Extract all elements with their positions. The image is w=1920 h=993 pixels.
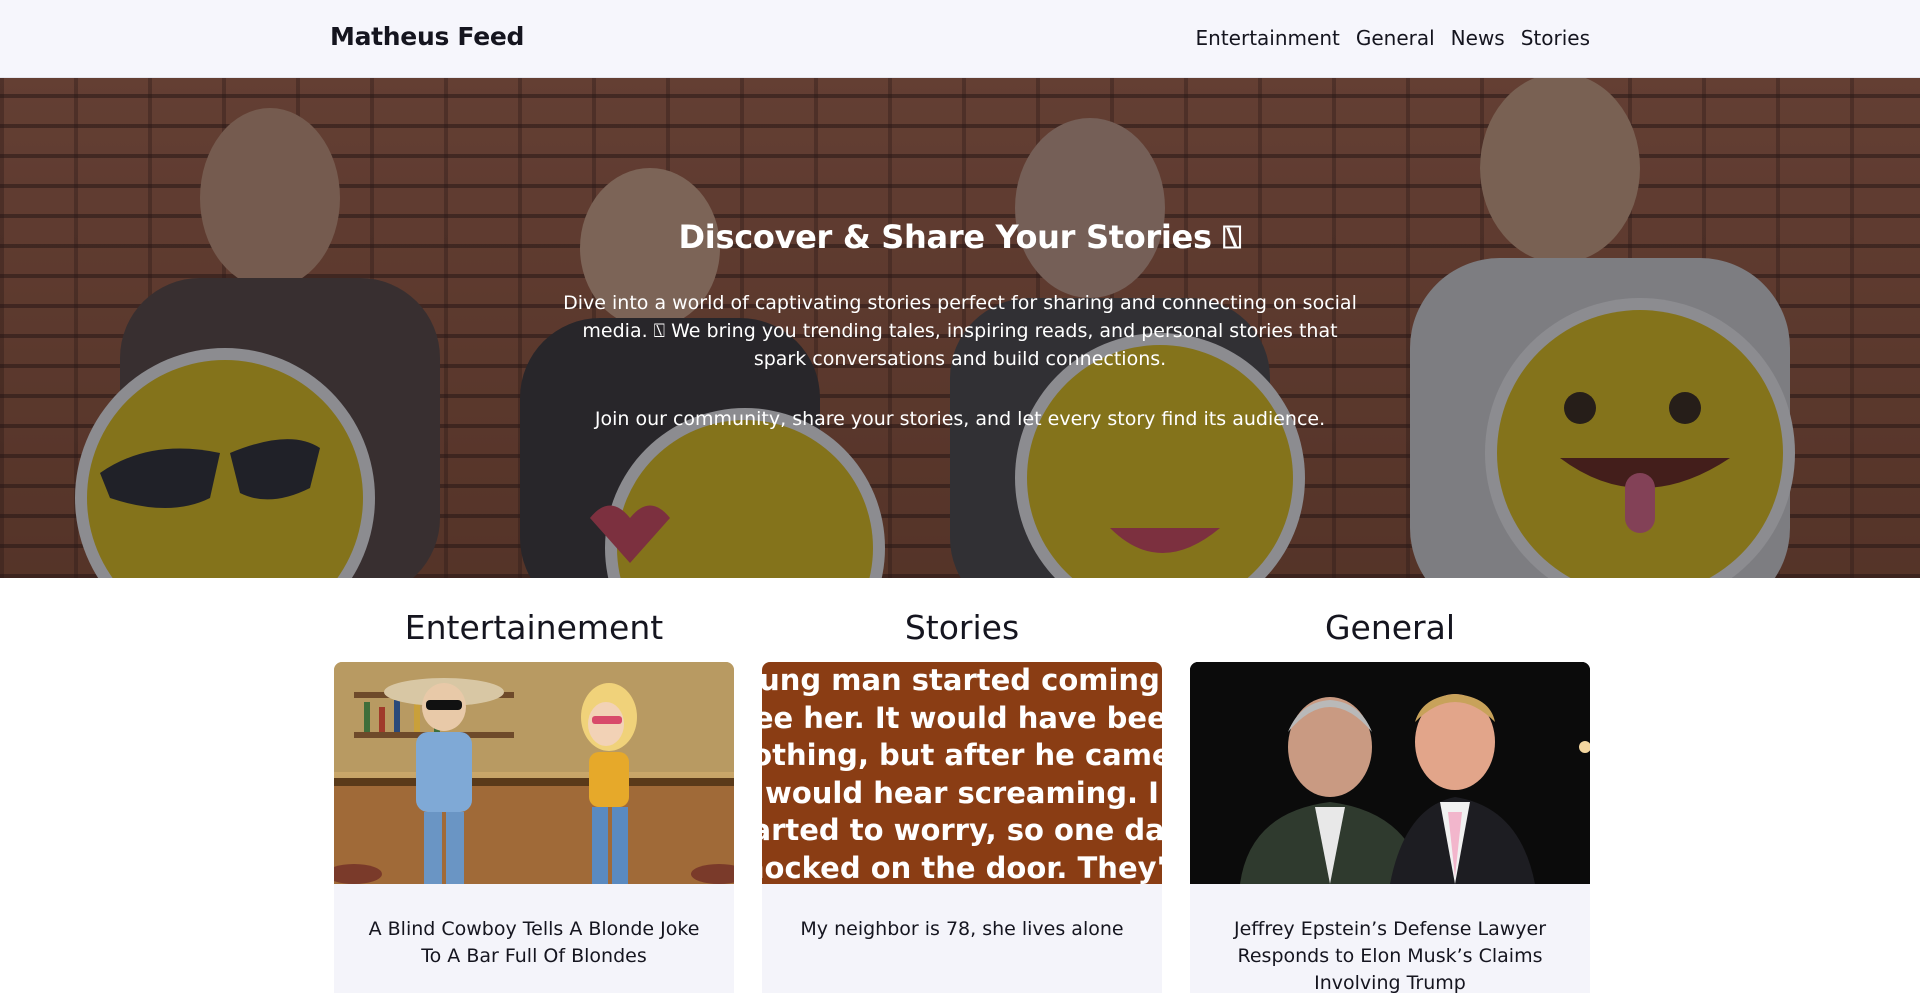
category-heading-stories: Stories [904,608,1020,647]
hero-join-text: Join our community, share your stories, … [594,408,1326,430]
story-image-line: young man started coming to [762,663,1162,697]
story-image-line: nothing, but after he came I [762,738,1162,772]
nav-link-general[interactable]: General [1356,26,1435,50]
article-title-entertainment[interactable]: A Blind Cowboy Tells A Blonde Joke To A … [334,884,734,970]
story-text-image: young man started coming to see her. It … [762,662,1162,884]
nav-link-stories[interactable]: Stories [1521,26,1590,50]
story-image-line: see her. It would have been [762,700,1162,735]
category-heading-general: General [1324,608,1456,647]
site-brand-logo[interactable]: Matheus Feed [330,22,524,51]
hero-description: Dive into a world of captivating stories… [563,292,1357,370]
story-image-line: would hear screaming. I [765,775,1159,810]
nav-link-entertainment[interactable]: Entertainment [1196,26,1340,50]
story-image-line: knocked on the door. They're [762,850,1162,885]
category-column-general: General Jeffrey Epstein’s Defense Lawyer… [1190,578,1590,993]
category-heading-entertainment: Entertainement [404,608,664,647]
category-column-stories: Stories young man started coming to see … [762,578,1162,993]
article-title-general[interactable]: Jeffrey Epstein’s Defense Lawyer Respond… [1190,884,1590,993]
article-card-entertainment[interactable]: A Blind Cowboy Tells A Blonde Joke To A … [334,662,734,993]
hero-banner: Discover & Share Your Stories ⍂ Dive int… [0,78,1920,578]
article-card-stories[interactable]: young man started coming to see her. It … [762,662,1162,993]
story-image-line: started to worry, so one day I [762,813,1162,847]
nav-link-news[interactable]: News [1451,26,1505,50]
cartoon-cowboy-bar-image [334,662,734,884]
two-men-photo-image [1190,662,1590,884]
hero-content: Discover & Share Your Stories ⍂ Dive int… [560,218,1360,433]
category-cards: Entertainement A Blind Cowboy Tells A Bl… [330,578,1590,993]
article-card-general[interactable]: Jeffrey Epstein’s Defense Lawyer Respond… [1190,662,1590,993]
top-navbar: Matheus Feed Entertainment General News … [0,0,1920,78]
main-nav: Entertainment General News Stories [1196,26,1590,50]
hero-title: Discover & Share Your Stories ⍂ [678,218,1242,256]
category-column-entertainment: Entertainement A Blind Cowboy Tells A Bl… [334,578,734,993]
article-title-stories[interactable]: My neighbor is 78, she lives alone [762,884,1162,943]
